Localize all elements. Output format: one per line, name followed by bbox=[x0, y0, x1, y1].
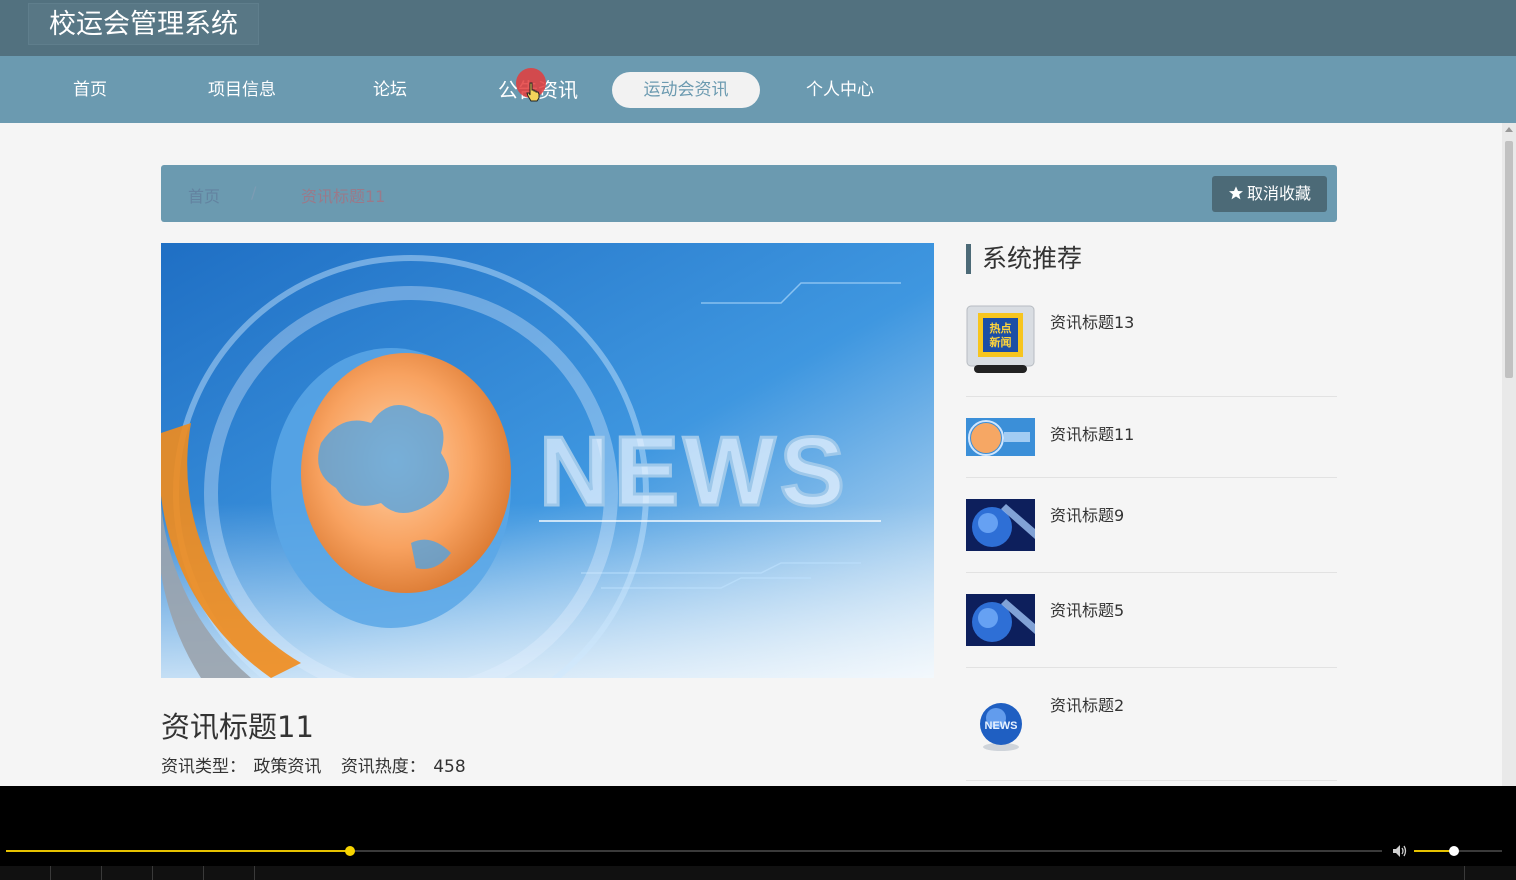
recommend-item[interactable]: 资讯标题5 bbox=[966, 573, 1337, 668]
scrollbar-thumb[interactable] bbox=[1505, 141, 1513, 378]
breadcrumb-separator: / bbox=[251, 183, 257, 202]
heat-label: 资讯热度： bbox=[340, 757, 426, 777]
article-hero-image: NEWS bbox=[161, 243, 934, 678]
nav-project-info[interactable]: 项目信息 bbox=[192, 72, 292, 108]
player-controls-row bbox=[0, 866, 1516, 880]
control-divider bbox=[254, 866, 255, 880]
breadcrumb-current: 资讯标题11 bbox=[301, 187, 386, 206]
recommend-title: 资讯标题2 bbox=[1050, 696, 1125, 715]
recommend-item[interactable]: 热点 新闻 资讯标题13 bbox=[966, 296, 1337, 397]
control-divider bbox=[101, 866, 102, 880]
volume-icon[interactable] bbox=[1392, 844, 1408, 858]
control-divider bbox=[50, 866, 51, 880]
recommend-item[interactable]: NEWS 资讯标题2 bbox=[966, 668, 1337, 781]
recommend-item[interactable]: 资讯标题9 bbox=[966, 478, 1337, 573]
recommend-heading: 系统推荐 bbox=[966, 244, 1082, 274]
seek-progress bbox=[6, 850, 350, 852]
volume-level bbox=[1414, 850, 1454, 852]
nav-home[interactable]: 首页 bbox=[60, 72, 120, 108]
recommend-title: 资讯标题9 bbox=[1050, 506, 1125, 525]
unfavorite-label: 取消收藏 bbox=[1246, 184, 1311, 203]
breadcrumb-home[interactable]: 首页 bbox=[188, 183, 220, 207]
hot-news-tv-icon: 热点 新闻 bbox=[966, 305, 1035, 373]
recommend-item[interactable]: 资讯标题11 bbox=[966, 397, 1337, 478]
control-divider bbox=[152, 866, 153, 880]
browser-viewport: 校运会管理系统 首页 项目信息 论坛 公告资讯 运动会资讯 个人中心 首页 / … bbox=[0, 0, 1516, 786]
article-title: 资讯标题11 bbox=[161, 710, 314, 744]
nav-personal-center[interactable]: 个人中心 bbox=[790, 72, 890, 108]
blue-globe-thumb bbox=[966, 594, 1035, 646]
thumb-news-label: NEWS bbox=[985, 720, 1018, 732]
nav-sports-news[interactable]: 运动会资讯 bbox=[612, 72, 760, 108]
scroll-up-icon[interactable] bbox=[1505, 127, 1513, 132]
article-meta: 资讯类型： 政策资讯 资讯热度： 458 bbox=[161, 752, 468, 777]
breadcrumb: 首页 / 资讯标题11 取消收藏 bbox=[161, 165, 1337, 222]
news-globe-banner bbox=[966, 418, 1035, 456]
control-divider bbox=[1464, 866, 1465, 880]
top-header: 校运会管理系统 bbox=[0, 0, 1516, 56]
nav-forum[interactable]: 论坛 bbox=[360, 72, 420, 108]
unfavorite-button[interactable]: 取消收藏 bbox=[1212, 176, 1327, 212]
app-title: 校运会管理系统 bbox=[28, 3, 259, 45]
control-divider bbox=[203, 866, 204, 880]
blue-globe-thumb bbox=[966, 499, 1035, 551]
thumb-hot-text: 热点 bbox=[990, 321, 1012, 335]
recommend-title: 资讯标题13 bbox=[1050, 313, 1135, 332]
seek-handle[interactable] bbox=[345, 846, 355, 856]
recommend-title: 资讯标题11 bbox=[1050, 425, 1135, 444]
heat-value: 458 bbox=[433, 757, 466, 777]
star-icon bbox=[1228, 186, 1243, 200]
recommend-title: 资讯标题5 bbox=[1050, 601, 1125, 620]
volume-handle[interactable] bbox=[1449, 846, 1459, 856]
hero-news-text: NEWS bbox=[539, 416, 849, 526]
type-value: 政策资讯 bbox=[253, 757, 322, 777]
thumb-news-text: 新闻 bbox=[990, 335, 1012, 349]
news-globe-icon: NEWS bbox=[980, 703, 1022, 751]
type-label: 资讯类型： bbox=[161, 757, 246, 777]
page-scrollbar[interactable] bbox=[1502, 123, 1516, 786]
main-nav: 首页 项目信息 论坛 公告资讯 运动会资讯 个人中心 bbox=[0, 56, 1516, 123]
hand-cursor-icon bbox=[526, 82, 540, 102]
